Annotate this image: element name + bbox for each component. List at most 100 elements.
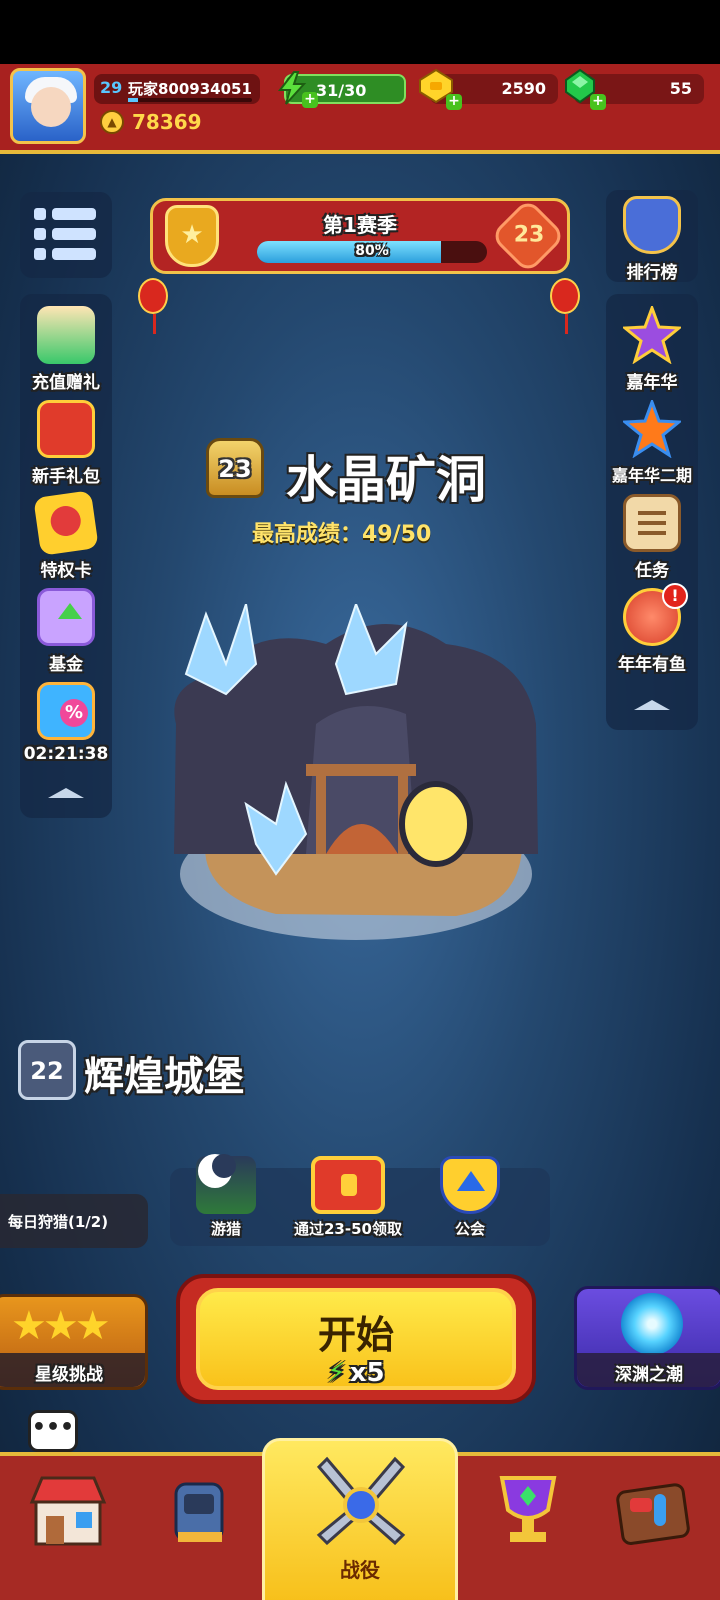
action-row: 游猎 通过23-50领取 公会 [170,1154,550,1246]
side-item-privilege-card[interactable]: 特权卡 [20,490,112,581]
sale-timer: 02:21:38 [23,744,109,764]
game-stage: 29 玩家800934051 ▲ 78369 + 31/30 + 2590 + … [0,64,720,1600]
gold-plus-icon[interactable]: + [446,94,462,110]
start-cost-value: x5 [349,1358,385,1388]
side-item-label: 排行榜 [626,263,678,283]
player-level: 29 [100,78,123,97]
gem-counter[interactable]: + 55 [565,68,704,110]
side-item-newbie-pack[interactable]: 新手礼包 [20,400,112,487]
cannon-icon [174,1482,224,1542]
season-level-number: 23 [513,222,545,248]
side-item-fund[interactable]: 基金 [20,588,112,675]
star-challenge-label: 星级挑战 [0,1353,145,1387]
collapse-arrow-icon[interactable] [634,700,670,710]
side-item-tasks[interactable]: 任务 [606,494,698,581]
crossed-swords-icon [316,1456,406,1545]
collapse-arrow-icon[interactable] [48,788,84,798]
start-button-face: 开始 ⚡ x5 [196,1288,516,1390]
side-item-sale-timer[interactable]: % 02:21:38 [20,682,112,764]
avatar-gift-icon [37,306,95,364]
side-item-carnival-2[interactable]: 嘉年华二期 [606,397,698,486]
side-item-fish-event[interactable]: ! 年年有鱼 [606,583,698,675]
energy-bolt-icon: ⚡ [327,1358,346,1388]
three-stars-icon: ★★★ [11,1303,111,1349]
task-scroll-icon [623,494,681,552]
star-challenge-button[interactable]: ★★★ 星级挑战 [0,1294,148,1390]
bottom-nav: 战役 [0,1438,720,1600]
guild-shield-icon [440,1156,500,1214]
level-number-badge: 23 [206,438,264,498]
action-label: 游猎 [210,1220,241,1238]
season-banner[interactable]: 第1赛季 80% 23 [150,197,570,275]
leaderboard-panel: 排行榜 [606,190,698,283]
abyss-tide-button[interactable]: 深渊之潮 [574,1286,720,1390]
power-value: 78369 [132,110,202,134]
action-label: 公会 [454,1220,485,1238]
lantern-decoration [550,278,580,334]
side-item-label: 嘉年华 [626,373,678,393]
nav-shop[interactable] [28,1470,118,1560]
fund-chest-icon [37,588,95,646]
gem-plus-icon[interactable]: + [590,94,606,110]
gold-value: 2590 [501,79,546,98]
power-icon: ▲ [100,110,124,134]
prev-level-number: 22 [30,1057,64,1085]
side-item-recharge-gift[interactable]: 充值赠礼 [20,306,112,393]
privilege-card-icon [33,490,99,556]
player-name: 玩家800934051 [128,80,252,98]
left-side-menu: 充值赠礼 新手礼包 特权卡 基金 % 02:21:38 [20,294,112,818]
avatar-face [31,87,71,127]
gift-box-icon [37,400,95,458]
start-cost: ⚡ x5 [200,1358,512,1388]
start-button[interactable]: 开始 ⚡ x5 [176,1274,536,1404]
nav-campaign[interactable]: 战役 [262,1438,458,1600]
guild-button[interactable]: 公会 [440,1156,500,1239]
side-item-label: 任务 [635,561,669,581]
nav-campaign-label: 战役 [340,1558,380,1582]
side-item-label: 年年有鱼 [618,655,686,675]
safari-button[interactable]: 游猎 [196,1154,256,1239]
crystal-mine-island[interactable] [166,604,546,944]
trophy-icon [499,1476,557,1542]
orange-star-icon [621,397,683,459]
side-item-carnival[interactable]: 嘉年华 [606,303,698,393]
xp-bar [128,98,252,102]
shop-icon [29,1476,107,1546]
chest-reward-button[interactable]: 通过23-50领取 [294,1156,402,1239]
purple-star-icon [621,303,683,365]
level-number: 23 [218,455,252,483]
toolbox-icon [616,1483,690,1545]
player-info[interactable]: 29 玩家800934051 [94,74,260,104]
daily-hunt-button[interactable]: 每日狩猎(1/2) [0,1194,148,1248]
lantern-decoration [138,278,168,334]
side-item-label: 充值赠礼 [32,373,100,393]
side-item-label: 基金 [49,655,83,675]
nav-toolbox[interactable] [614,1470,704,1560]
energy-counter[interactable]: + 31/30 [277,71,406,108]
level-title: 水晶矿洞 [286,451,486,509]
nav-equipment[interactable] [160,1470,250,1560]
leaderboard-icon [623,196,681,254]
power-display: ▲ 78369 [100,110,202,134]
gem-value: 55 [669,79,692,98]
alert-badge-icon: ! [662,583,688,609]
energy-value: 31/30 [316,81,367,100]
treasure-chest-icon [310,1156,385,1214]
right-side-menu: 嘉年华 嘉年华二期 任务 ! 年年有鱼 [606,294,698,730]
side-item-label: 特权卡 [40,561,92,581]
player-avatar[interactable] [10,68,86,144]
prev-level-badge: 22 [18,1040,76,1100]
start-label: 开始 [317,1313,394,1357]
nav-trophy[interactable] [488,1470,578,1560]
safari-icon [196,1154,256,1214]
list-menu-icon[interactable] [34,206,98,264]
top-bar: 29 玩家800934051 ▲ 78369 + 31/30 + 2590 + … [0,64,720,154]
side-item-leaderboard[interactable]: 排行榜 [606,196,698,283]
abyss-swirl-icon [621,1293,683,1355]
fish-event-icon: ! [623,583,688,646]
menu-panel [20,192,112,278]
gold-counter[interactable]: + 2590 [419,68,558,110]
side-item-label: 新手礼包 [32,467,100,487]
chat-bubble-icon[interactable]: ••• [28,1410,78,1452]
prev-level-title[interactable]: 辉煌城堡 [84,1044,244,1102]
